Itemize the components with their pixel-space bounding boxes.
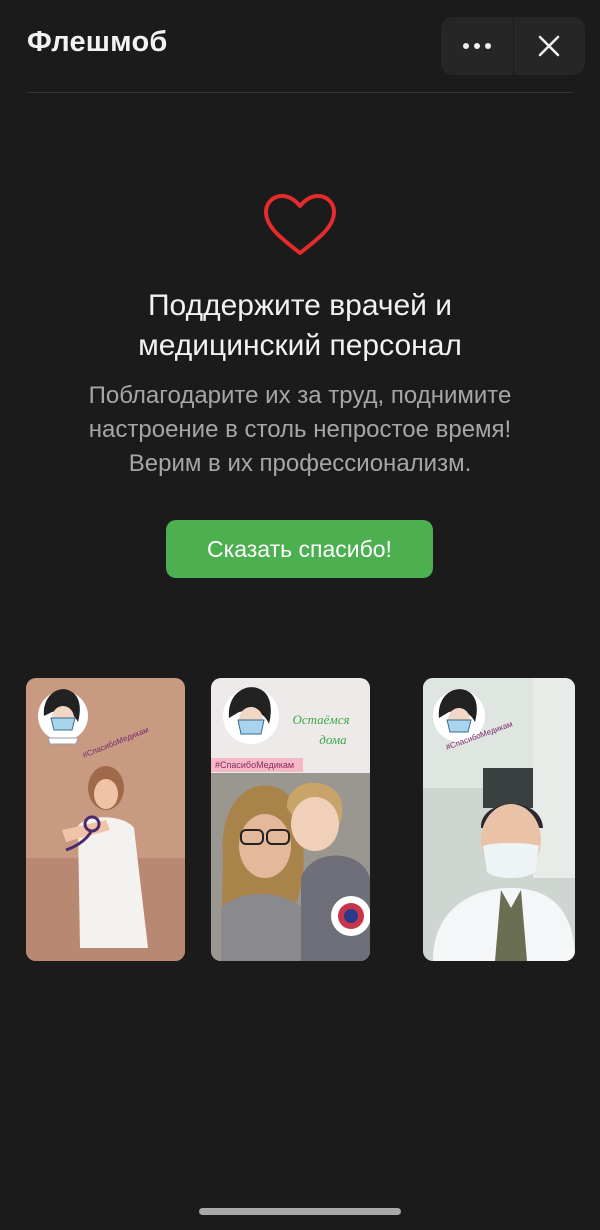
sticker-hashtag: #СпасибоМедикам (215, 760, 294, 770)
story-card-3[interactable]: #СпасибоМедикам (423, 678, 575, 961)
story-photo-1: #СпасибоМедикам (26, 678, 185, 961)
story-photo-2: #СпасибоМедикам Остаёмся дома (211, 678, 370, 961)
headline-line-2: медицинский персонал (138, 329, 462, 362)
story-caption-line-1: Остаёмся (292, 712, 349, 727)
description-line-1: Поблагодарите их за труд, поднимите (88, 382, 512, 409)
close-icon (538, 35, 560, 57)
story-caption-line-2: дома (319, 732, 347, 747)
more-button[interactable] (441, 17, 513, 75)
flashmob-screen: Флешмоб Поддержите врачей и медицинский … (0, 0, 600, 1230)
home-indicator[interactable] (199, 1208, 401, 1215)
story-card-1[interactable]: #СпасибоМедикам (26, 678, 185, 961)
headline: Поддержите врачей и медицинский персонал (40, 286, 560, 366)
header-actions (441, 17, 585, 75)
story-photo-3: #СпасибоМедикам (423, 678, 575, 961)
header-divider (27, 92, 573, 93)
headline-line-1: Поддержите врачей и (147, 289, 453, 322)
close-button[interactable] (512, 17, 586, 75)
description: Поблагодарите их за труд, поднимите наст… (40, 379, 560, 481)
say-thanks-button[interactable]: Сказать спасибо! (166, 520, 433, 578)
heart-icon (264, 194, 336, 255)
page-title: Флешмоб (27, 26, 168, 58)
description-line-3: Верим в их профессионализм. (128, 450, 472, 477)
description-line-2: настроение в столь непростое время! (88, 416, 512, 443)
more-dots-icon (462, 43, 491, 49)
header: Флешмоб (0, 0, 600, 93)
story-card-2[interactable]: #СпасибоМедикам Остаёмся дома (211, 678, 370, 961)
